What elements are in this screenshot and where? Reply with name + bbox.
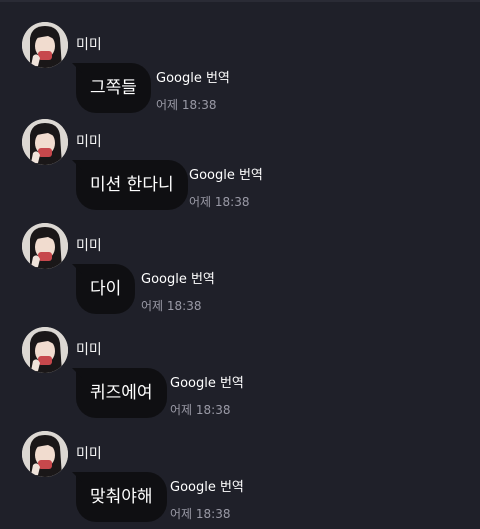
chat-message: 미미 퀴즈에여 Google 번역 어제 18:38	[0, 305, 480, 418]
message-bubble[interactable]: 맞춰야해	[76, 472, 167, 522]
google-translate-link[interactable]: Google 번역	[170, 479, 244, 497]
sender-name: 미미	[76, 238, 102, 254]
google-translate-link[interactable]: Google 번역	[170, 375, 244, 393]
sender-avatar[interactable]	[22, 223, 68, 269]
avatar-photo-icon	[22, 431, 68, 477]
google-translate-link[interactable]: Google 번역	[156, 70, 230, 88]
google-translate-link[interactable]: Google 번역	[141, 271, 215, 289]
google-translate-link[interactable]: Google 번역	[189, 167, 263, 185]
sender-name: 미미	[76, 446, 102, 462]
avatar-photo-icon	[22, 119, 68, 165]
chat-message: 미미 미션 한다니 Google 번역 어제 18:38	[0, 97, 480, 210]
message-meta: Google 번역 어제 18:38	[170, 479, 244, 522]
chat-message: 미미 다이 Google 번역 어제 18:38	[0, 201, 480, 314]
sender-avatar[interactable]	[22, 119, 68, 165]
avatar-photo-icon	[22, 223, 68, 269]
sender-name: 미미	[76, 134, 102, 150]
avatar-photo-icon	[22, 327, 68, 373]
avatar-photo-icon	[22, 22, 68, 68]
sender-name: 미미	[76, 342, 102, 358]
chat-message: 미미 맞춰야해 Google 번역 어제 18:38	[0, 409, 480, 522]
sender-name: 미미	[76, 37, 102, 53]
sender-avatar[interactable]	[22, 22, 68, 68]
chat-message: 미미 그쪽들 Google 번역 어제 18:38	[0, 0, 480, 113]
message-timestamp: 어제 18:38	[170, 507, 231, 521]
sender-avatar[interactable]	[22, 431, 68, 477]
sender-avatar[interactable]	[22, 327, 68, 373]
